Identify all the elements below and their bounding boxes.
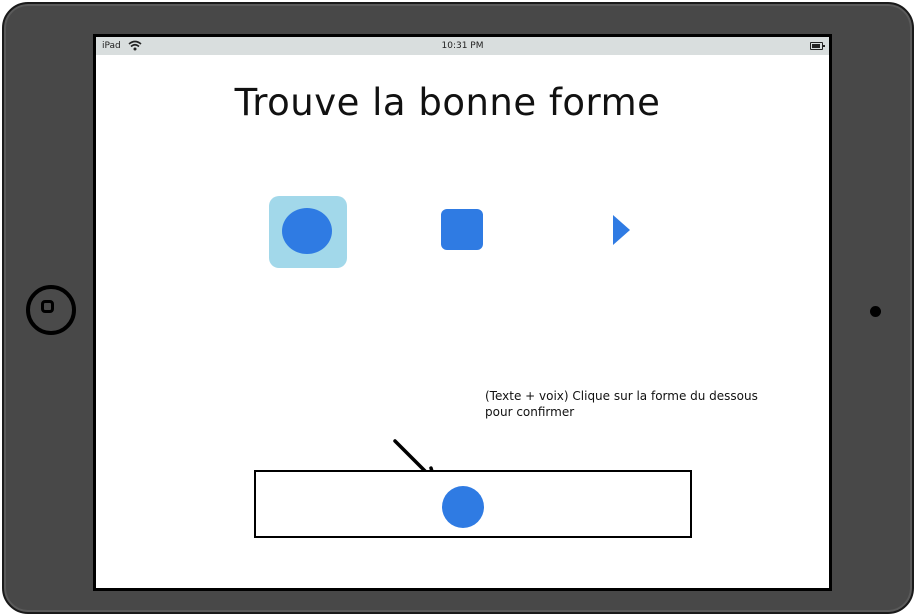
home-button-icon bbox=[41, 300, 54, 313]
shape-option-square[interactable] bbox=[441, 209, 483, 250]
status-bar: iPad 10:31 PM bbox=[96, 37, 829, 55]
shape-option-circle-selected[interactable] bbox=[269, 196, 347, 268]
circle-shape bbox=[282, 208, 332, 254]
battery-icon bbox=[810, 42, 825, 50]
instruction-text: (Texte + voix) Clique sur la forme du de… bbox=[485, 388, 785, 420]
home-button[interactable] bbox=[26, 285, 76, 335]
ipad-device: iPad 10:31 PM Trouve la bonne forme (Tex… bbox=[2, 2, 914, 614]
status-time: 10:31 PM bbox=[441, 41, 484, 51]
confirm-area bbox=[254, 470, 692, 538]
confirm-shape-button[interactable] bbox=[442, 486, 484, 528]
camera-icon bbox=[870, 306, 881, 317]
screen: iPad 10:31 PM Trouve la bonne forme (Tex… bbox=[93, 34, 832, 591]
instruction-line-2: pour confirmer bbox=[485, 405, 575, 419]
instruction-line-1: (Texte + voix) Clique sur la forme du de… bbox=[485, 389, 758, 403]
shape-option-triangle[interactable] bbox=[613, 215, 630, 245]
page-title: Trouve la bonne forme bbox=[234, 81, 661, 124]
